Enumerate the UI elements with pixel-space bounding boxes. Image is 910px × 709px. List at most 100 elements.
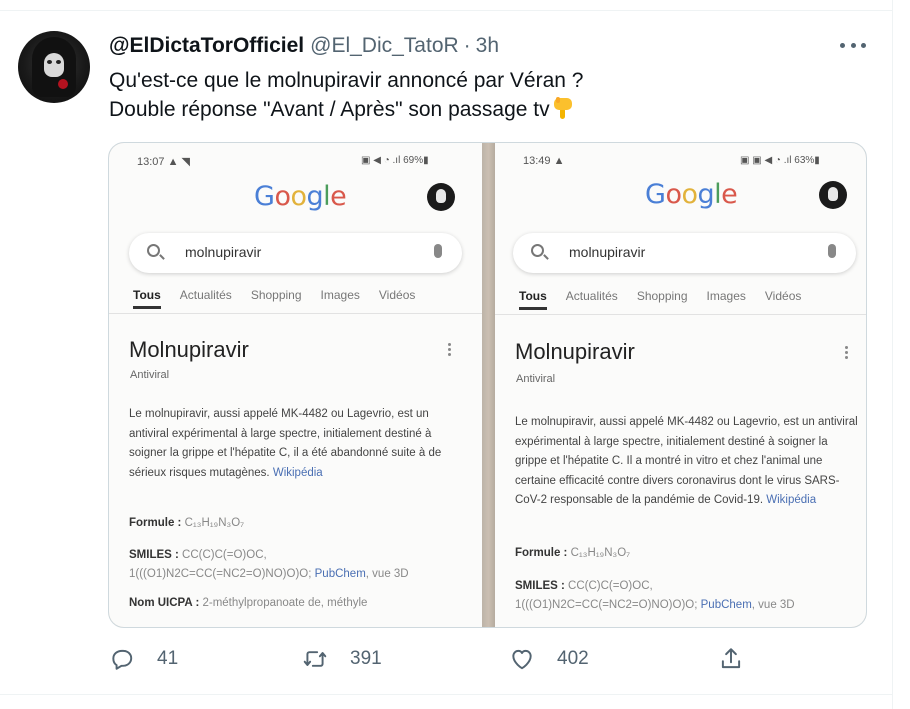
pointing-down-hand-icon	[553, 97, 572, 119]
formula-row: Formule : C₁₃H₁₉N₃O₇	[515, 544, 630, 563]
description-text: Le molnupiravir, aussi appelé MK-4482 ou…	[515, 416, 858, 506]
tab-shopping: Shopping	[636, 289, 688, 303]
search-tabs: Tous Actualités Shopping Images Vidéos	[133, 288, 434, 309]
reply-count: 41	[157, 648, 179, 669]
tab-news: Actualités	[179, 288, 232, 302]
tweet-actions: 41 391 402	[0, 646, 892, 680]
tab-videos: Vidéos	[764, 289, 802, 303]
search-icon	[147, 244, 160, 257]
google-logo: Google	[645, 179, 738, 210]
formula-label: Formule :	[129, 517, 182, 529]
heart-icon	[512, 649, 532, 670]
pubchem-link: PubChem	[700, 599, 752, 611]
formula-row: Formule : C₁₃H₁₉N₃O₇	[129, 514, 244, 533]
avatar-eye	[56, 60, 61, 64]
google-account-avatar	[819, 181, 847, 209]
share-button[interactable]	[718, 646, 744, 672]
avatar[interactable]	[18, 31, 90, 103]
tweet-text-line-2: Double réponse "Avant / Après" son passa…	[109, 95, 583, 124]
knowledge-panel-subtitle: Antiviral	[130, 369, 170, 381]
iupac-label: Nom UICPA :	[129, 597, 200, 609]
retweet-button[interactable]: 391	[302, 646, 382, 672]
search-bar: molnupiravir	[129, 233, 462, 273]
search-icon	[531, 244, 544, 257]
tab-images: Images	[706, 289, 746, 303]
smiles-value-2: 1(((O1)N2C=CC(=NC2=O)NO)O)O;	[515, 599, 698, 611]
knowledge-panel-title: Molnupiravir	[129, 337, 249, 362]
wikipedia-link: Wikipédia	[272, 466, 323, 479]
knowledge-panel-title: Molnupiravir	[515, 339, 635, 364]
retweet-icon	[303, 651, 327, 667]
tweet-timestamp[interactable]: 3h	[476, 34, 499, 58]
tab-videos: Vidéos	[378, 288, 416, 302]
search-query: molnupiravir	[569, 244, 646, 260]
dot	[850, 42, 856, 48]
google-logo: Google	[254, 181, 347, 212]
smiles-row: SMILES : CC(C)C(=O)OC, 1(((O1)N2C=CC(=NC…	[129, 546, 469, 584]
share-icon	[721, 648, 741, 669]
tweet-header: @ElDictaTorOfficiel @El_Dic_TatoR · 3h	[109, 34, 499, 58]
smiles-suffix: , vue 3D	[365, 568, 409, 580]
status-icons: ▣ ◀ ◔ .ıl 69%▮	[361, 155, 429, 166]
smiles-value-2: 1(((O1)N2C=CC(=NC2=O)NO)O)O;	[129, 568, 312, 580]
formula-label: Formule :	[515, 547, 568, 559]
bottom-divider	[0, 694, 892, 695]
display-name[interactable]: @ElDictaTorOfficiel	[109, 34, 304, 58]
pubchem-link: PubChem	[314, 568, 366, 580]
search-bar: molnupiravir	[513, 233, 856, 273]
kebab-menu-icon	[448, 343, 451, 357]
reply-button[interactable]: 41	[109, 646, 178, 672]
tab-shopping: Shopping	[250, 288, 302, 302]
tweet-text-line-1: Qu'est-ce que le molnupiravir annoncé pa…	[109, 69, 584, 92]
retweet-count: 391	[350, 648, 382, 669]
tab-images: Images	[320, 288, 360, 302]
iupac-row: Nom UICPA : 2-méthylpropanoate de, méthy…	[129, 594, 367, 613]
timeline-border	[892, 0, 893, 709]
smiles-suffix: , vue 3D	[751, 599, 795, 611]
knowledge-panel-description: Le molnupiravir, aussi appelé MK-4482 ou…	[129, 405, 464, 483]
avatar-rose	[58, 79, 68, 89]
tab-divider	[495, 314, 866, 315]
image-divider	[482, 143, 495, 627]
tab-divider	[109, 313, 482, 314]
like-count: 402	[557, 648, 589, 669]
knowledge-panel-subtitle: Antiviral	[516, 373, 556, 385]
smiles-value-1: CC(C)C(=O)OC,	[568, 580, 653, 592]
avatar-mask	[44, 53, 64, 77]
user-handle[interactable]: @El_Dic_TatoR	[310, 34, 459, 58]
tab-all: Tous	[519, 289, 547, 310]
status-time: 13:49 ▲	[523, 155, 565, 167]
avatar-eye	[47, 60, 52, 64]
mic-icon	[434, 244, 442, 258]
like-button[interactable]: 402	[509, 646, 589, 672]
formula-value: C₁₃H₁₉N₃O₇	[184, 517, 245, 529]
smiles-row: SMILES : CC(C)C(=O)OC, 1(((O1)N2C=CC(=NC…	[515, 577, 860, 615]
search-query: molnupiravir	[185, 244, 262, 260]
google-account-avatar	[427, 183, 455, 211]
tweet-text-line-2-text: Double réponse "Avant / Après" son passa…	[109, 98, 550, 121]
tab-all: Tous	[133, 288, 161, 309]
smiles-label: SMILES :	[129, 549, 179, 561]
dot	[840, 42, 845, 48]
smiles-label: SMILES :	[515, 580, 565, 592]
mic-icon	[828, 244, 836, 258]
formula-value: C₁₃H₁₉N₃O₇	[570, 547, 631, 559]
top-divider	[0, 10, 892, 11]
wikipedia-link: Wikipédia	[766, 494, 817, 506]
tweet-media-image[interactable]: 13:07 ▲ ◥ ▣ ◀ ◔ .ıl 69%▮ Google molnupir…	[108, 142, 867, 628]
smiles-value-1: CC(C)C(=O)OC,	[182, 549, 267, 561]
status-icons: ▣ ▣ ◀ ◔ .ıl 63%▮	[740, 155, 820, 166]
knowledge-panel-description: Le molnupiravir, aussi appelé MK-4482 ou…	[515, 413, 860, 511]
more-options-icon[interactable]	[840, 34, 866, 56]
dot	[861, 42, 866, 48]
screenshot-after: 13:49 ▲ ▣ ▣ ◀ ◔ .ıl 63%▮ Google molnupir…	[495, 143, 866, 627]
search-tabs: Tous Actualités Shopping Images Vidéos	[519, 289, 820, 310]
iupac-value: 2-méthylpropanoate de, méthyle	[202, 597, 368, 609]
kebab-menu-icon	[845, 346, 848, 360]
screenshot-before: 13:07 ▲ ◥ ▣ ◀ ◔ .ıl 69%▮ Google molnupir…	[109, 143, 482, 627]
tab-news: Actualités	[565, 289, 618, 303]
status-time: 13:07 ▲ ◥	[137, 156, 190, 168]
separator-dot: ·	[463, 34, 471, 57]
tweet-text: Qu'est-ce que le molnupiravir annoncé pa…	[109, 66, 583, 124]
reply-icon	[112, 649, 133, 670]
